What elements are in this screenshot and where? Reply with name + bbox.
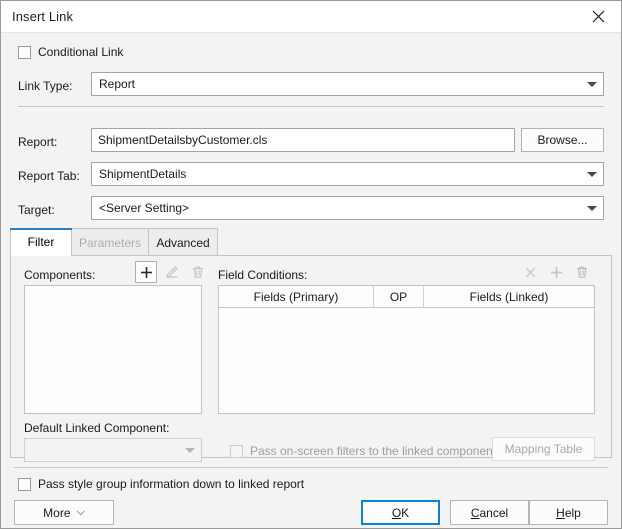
column-header-fields-primary[interactable]: Fields (Primary)	[219, 286, 374, 307]
chevron-down-icon[interactable]	[581, 197, 603, 219]
insert-link-dialog: Insert Link Conditional Link Link Type: …	[0, 0, 622, 529]
pass-onscreen-filters-label: Pass on-screen filters to the linked com…	[250, 444, 503, 458]
dialog-body: Conditional Link Link Type: Report Repor…	[1, 33, 621, 528]
default-linked-component-label: Default Linked Component:	[24, 421, 170, 435]
components-label: Components:	[24, 268, 96, 282]
target-value: <Server Setting>	[99, 201, 190, 215]
clear-condition-icon[interactable]	[519, 261, 541, 283]
pass-onscreen-filters-row[interactable]: Pass on-screen filters to the linked com…	[230, 444, 502, 458]
default-linked-component-combobox[interactable]	[24, 438, 202, 462]
edit-component-icon[interactable]	[161, 261, 183, 283]
add-condition-icon[interactable]	[545, 261, 567, 283]
link-type-combobox[interactable]: Report	[91, 72, 604, 96]
field-conditions-grid[interactable]: Fields (Primary) OP Fields (Linked)	[218, 285, 595, 414]
ok-button[interactable]: OK	[361, 500, 440, 525]
cancel-button[interactable]: Cancel	[450, 500, 529, 525]
browse-button[interactable]: Browse...	[521, 128, 604, 152]
tab-advanced-label: Advanced	[156, 235, 210, 250]
delete-condition-icon[interactable]	[571, 261, 593, 283]
conditional-link-row[interactable]: Conditional Link	[18, 45, 123, 59]
add-component-icon[interactable]	[135, 261, 157, 283]
pass-style-group-checkbox[interactable]	[18, 477, 31, 491]
chevron-double-down-icon: ⌵	[76, 506, 85, 518]
pass-style-group-row[interactable]: Pass style group information down to lin…	[18, 477, 304, 491]
ok-button-label: OK	[391, 505, 410, 520]
mapping-table-button[interactable]: Mapping Table	[492, 437, 595, 461]
conditional-link-label: Conditional Link	[38, 45, 124, 59]
report-value: ShipmentDetailsbyCustomer.cls	[98, 133, 268, 147]
tab-strip: Filter Parameters Advanced	[10, 228, 612, 256]
report-tab-value: ShipmentDetails	[99, 167, 187, 181]
tab-parameters-label: Parameters	[78, 235, 142, 250]
target-label: Target:	[18, 203, 55, 217]
delete-component-icon[interactable]	[187, 261, 209, 283]
field-conditions-label: Field Conditions:	[218, 268, 308, 282]
close-icon[interactable]	[575, 1, 621, 32]
dialog-title: Insert Link	[12, 9, 74, 24]
tab-filter-label: Filter	[27, 235, 55, 249]
components-listbox[interactable]	[24, 285, 202, 414]
column-header-op[interactable]: OP	[374, 286, 424, 307]
footer-separator	[14, 467, 608, 468]
title-bar: Insert Link	[1, 1, 621, 33]
chevron-down-icon[interactable]	[581, 73, 603, 95]
report-tab-combobox[interactable]: ShipmentDetails	[91, 162, 604, 186]
tab-parameters[interactable]: Parameters	[71, 228, 149, 256]
tab-advanced[interactable]: Advanced	[148, 228, 218, 256]
chevron-down-icon[interactable]	[581, 163, 603, 185]
section-separator	[18, 106, 604, 107]
report-input[interactable]: ShipmentDetailsbyCustomer.cls	[91, 128, 515, 152]
link-type-label: Link Type:	[18, 79, 73, 93]
help-button[interactable]: Help	[529, 500, 608, 525]
pass-onscreen-filters-checkbox[interactable]	[230, 444, 243, 458]
report-label: Report:	[18, 135, 58, 149]
more-button[interactable]: More ⌵	[14, 500, 114, 525]
pass-style-group-label: Pass style group information down to lin…	[38, 477, 305, 491]
field-conditions-header-row: Fields (Primary) OP Fields (Linked)	[219, 286, 594, 308]
column-header-fields-linked[interactable]: Fields (Linked)	[424, 286, 594, 307]
cancel-button-label: Cancel	[470, 505, 509, 520]
filter-tab-panel: Components: Default Linked Component: Fi…	[10, 255, 612, 462]
more-button-label: More	[43, 505, 71, 520]
help-button-label: Help	[556, 505, 581, 520]
link-type-value: Report	[99, 77, 136, 91]
tab-filter[interactable]: Filter	[10, 228, 72, 256]
chevron-down-icon[interactable]	[179, 439, 201, 461]
target-combobox[interactable]: <Server Setting>	[91, 196, 604, 220]
conditional-link-checkbox[interactable]	[18, 45, 31, 59]
report-tab-label: Report Tab:	[18, 169, 80, 183]
